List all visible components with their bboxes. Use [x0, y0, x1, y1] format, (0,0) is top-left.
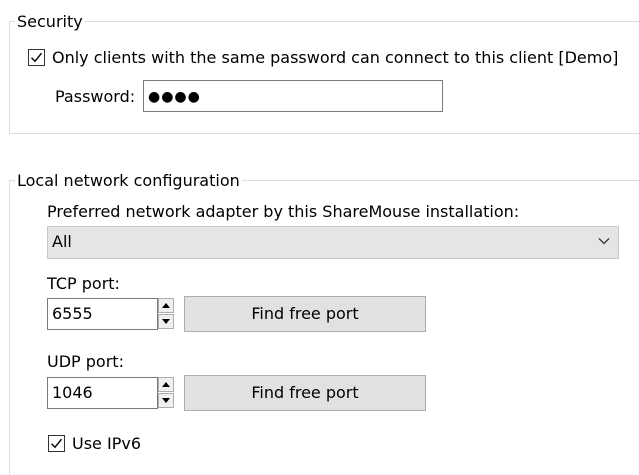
- udp-port-spin-up[interactable]: [158, 377, 174, 392]
- tcp-find-free-port-button[interactable]: Find free port: [184, 296, 426, 332]
- tcp-port-spinner: [158, 298, 174, 329]
- triangle-down-icon: [162, 398, 170, 403]
- udp-find-free-port-button[interactable]: Find free port: [184, 375, 426, 411]
- adapter-select[interactable]: All: [47, 226, 619, 259]
- only-same-password-checkbox[interactable]: [28, 49, 45, 66]
- tcp-port-spin-down[interactable]: [158, 314, 174, 329]
- udp-port-spinner: [158, 377, 174, 408]
- checkmark-icon: [51, 438, 63, 449]
- tcp-port-value: 6555: [52, 304, 93, 323]
- adapter-label: Preferred network adapter by this ShareM…: [47, 202, 520, 221]
- password-label: Password:: [55, 87, 136, 106]
- udp-port-label: UDP port:: [47, 352, 124, 371]
- settings-panel: Security Only clients with the same pass…: [0, 0, 639, 475]
- use-ipv6-checkbox[interactable]: [48, 435, 65, 452]
- security-group: Security: [9, 12, 639, 134]
- udp-port-spin-down[interactable]: [158, 393, 174, 408]
- checkmark-icon: [31, 52, 43, 63]
- tcp-port-spin-up[interactable]: [158, 298, 174, 313]
- triangle-up-icon: [162, 382, 170, 387]
- security-legend: Security: [17, 12, 83, 31]
- triangle-up-icon: [162, 303, 170, 308]
- udp-port-value: 1046: [52, 383, 93, 402]
- chevron-down-icon: [598, 238, 610, 245]
- triangle-down-icon: [162, 319, 170, 324]
- tcp-port-input[interactable]: 6555: [47, 298, 158, 330]
- network-legend: Local network configuration: [17, 171, 240, 190]
- use-ipv6-label[interactable]: Use IPv6: [72, 434, 141, 454]
- adapter-select-value: All: [52, 232, 72, 251]
- password-field[interactable]: ●●●●: [143, 80, 443, 112]
- tcp-port-label: TCP port:: [47, 274, 120, 293]
- password-value: ●●●●: [148, 89, 201, 105]
- only-same-password-label[interactable]: Only clients with the same password can …: [52, 48, 618, 68]
- udp-port-input[interactable]: 1046: [47, 377, 158, 409]
